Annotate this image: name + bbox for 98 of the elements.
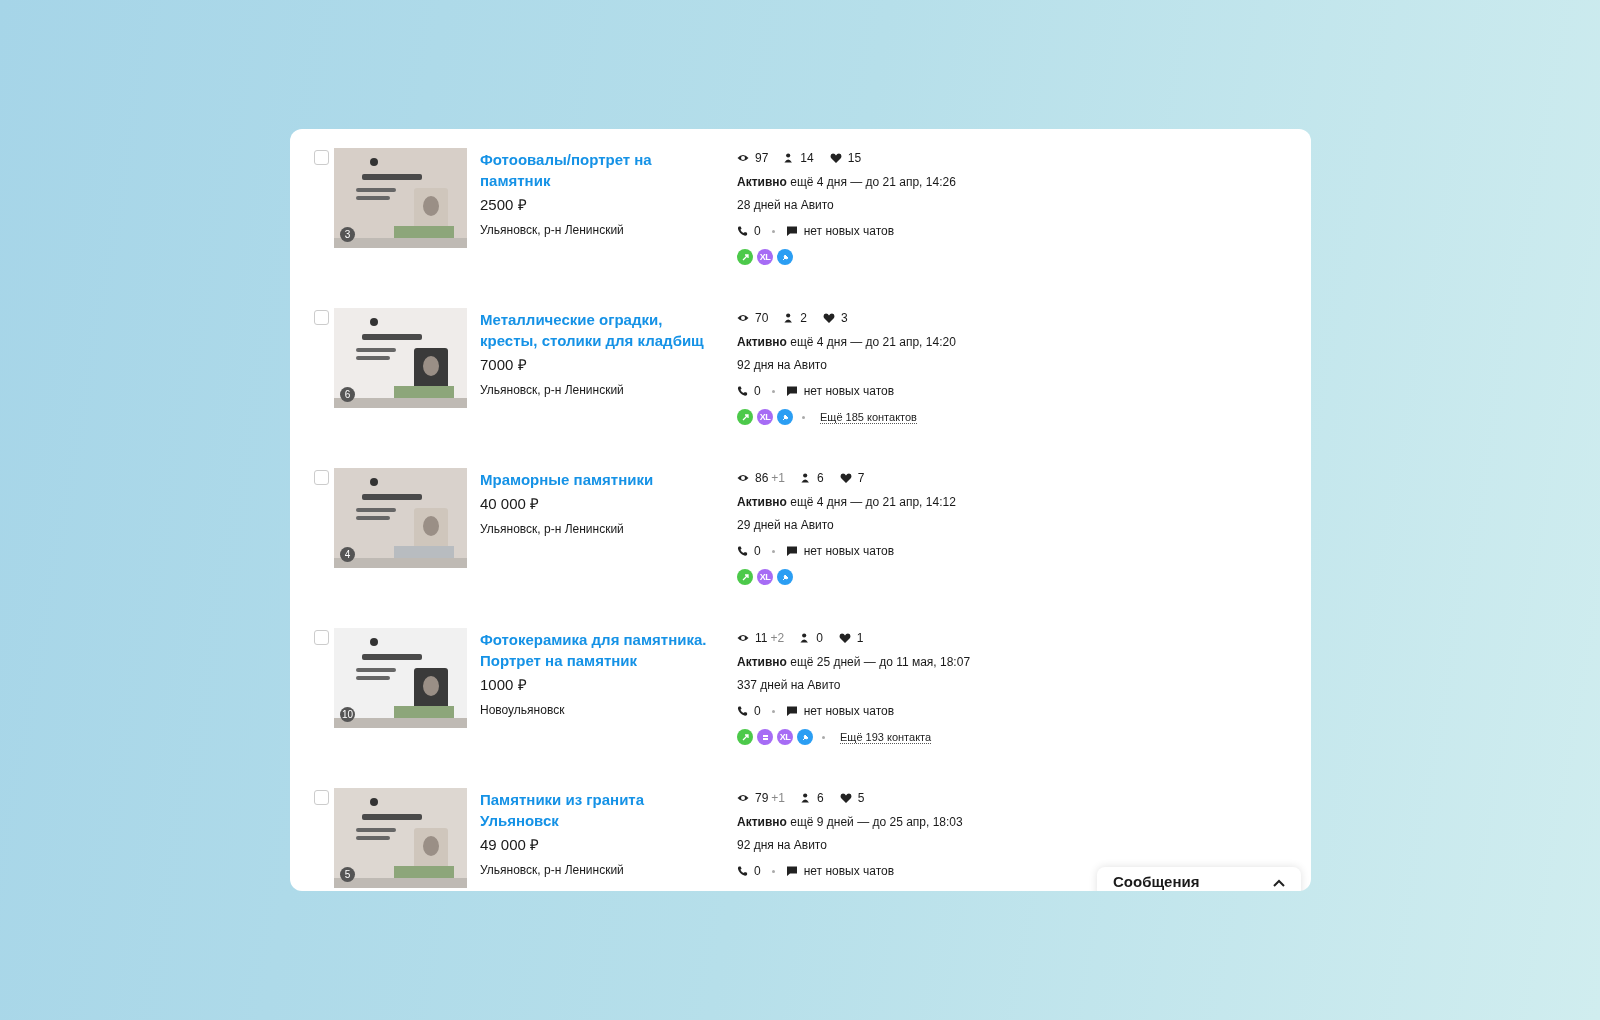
views-delta: +1 [771,791,786,805]
contacts-count: 2 [800,311,808,325]
calls-count: 0 [754,224,761,238]
heart-icon [839,472,852,484]
chats-status: нет новых чатов [803,224,895,238]
listing-title[interactable]: Фотоовалы/портрет на памятник [480,149,708,191]
chats-status: нет новых чатов [803,544,895,558]
views-delta: +2 [770,631,785,645]
xl-badge: XL [777,729,793,745]
views-count: 11 [755,631,768,645]
chats-status: нет новых чатов [803,704,895,718]
heart-icon [839,792,852,804]
status-text: Активно ещё 4 дня — до 21 апр, 14:20 [737,334,956,351]
heart-icon [838,632,851,644]
more-contacts-link[interactable]: Ещё 185 контактов [820,410,917,424]
listing-location: Ульяновск, р-н Ленинский [480,383,624,397]
days-on-site: 29 дней на Авито [737,517,834,534]
phone-icon [737,225,748,237]
person-icon [801,792,812,804]
eye-icon [737,632,749,644]
status-text: Активно ещё 25 дней — до 11 мая, 18:07 [737,654,971,671]
chat-icon [785,865,798,877]
separator-dot [771,389,775,393]
listing-location: Новоульяновск [480,703,565,717]
person-icon [801,472,812,484]
days-on-site: 28 дней на Авито [737,197,834,214]
chat-icon [785,385,798,397]
calls-count: 0 [754,864,761,878]
days-on-site: 337 дней на Авито [737,677,841,694]
messages-panel[interactable]: Сообщения [1097,867,1301,891]
phone-icon [737,385,748,397]
eye-icon [737,472,749,484]
chats-status: нет новых чатов [803,864,895,878]
views-count: 97 [755,151,769,165]
contacts-count: 14 [800,151,814,165]
calls-count: 0 [754,704,761,718]
select-checkbox[interactable] [314,150,329,165]
listing-title[interactable]: Памятники из гранита Ульяновск [480,789,708,831]
select-checkbox[interactable] [314,790,329,805]
favorites-count: 3 [841,311,848,325]
person-icon [784,152,795,164]
favorites-count: 15 [847,151,862,165]
listing-title[interactable]: Мраморные памятники [480,469,654,490]
more-contacts-link[interactable]: Ещё 193 контакта [840,730,932,744]
views-count: 86 [755,471,769,485]
eye-icon [737,152,749,164]
status-text: Активно ещё 9 дней — до 25 апр, 18:03 [737,814,963,831]
calls-count: 0 [754,384,761,398]
person-icon [784,312,795,324]
heart-icon [823,312,836,324]
chat-icon [785,225,798,237]
listing-title[interactable]: Металлические оградки, кресты, столики для кладбищ [480,309,708,351]
select-checkbox[interactable] [314,470,329,485]
messages-title: Сообщения [1113,873,1200,891]
favorites-count: 7 [857,471,865,485]
days-on-site: 92 дня на Авито [737,357,827,374]
phone-icon [737,545,748,557]
xl-badge: XL [757,569,773,585]
listing-price: 40 000 ₽ [480,494,540,514]
heart-icon [829,152,842,164]
favorites-count: 1 [856,631,864,645]
listing-price: 1000 ₽ [480,675,527,695]
contacts-count: 6 [817,791,824,805]
select-checkbox[interactable] [314,310,329,325]
calls-count: 0 [754,544,761,558]
days-on-site: 92 дня на Авито [737,837,827,854]
listing-price: 49 000 ₽ [480,835,540,855]
favorites-count: 5 [857,791,865,805]
listing-location: Ульяновск, р-н Ленинский [480,223,624,237]
xl-badge: XL [757,409,773,425]
chats-status: нет новых чатов [803,384,895,398]
chat-icon [785,545,798,557]
listing-title[interactable]: Фотокерамика для памятника. Портрет на памятник [480,629,708,671]
contacts-count: 0 [816,631,823,645]
separator-dot [771,229,775,233]
listing-location: Ульяновск, р-н Ленинский [480,522,624,536]
listing-location: Ульяновск, р-н Ленинский [480,863,624,877]
status-text: Активно ещё 4 дня — до 21 апр, 14:12 [737,494,956,511]
views-count: 79 [755,791,769,805]
separator-dot [802,415,805,419]
separator-dot [822,735,825,739]
person-icon [800,632,811,644]
contacts-count: 6 [817,471,824,485]
eye-icon [737,792,749,804]
listing-price: 7000 ₽ [480,355,527,375]
phone-icon [737,705,748,717]
separator-dot [771,549,775,553]
status-text: Активно ещё 4 дня — до 21 апр, 14:26 [737,174,956,191]
separator-dot [771,709,775,713]
listing-price: 2500 ₽ [480,195,527,215]
chat-icon [785,705,798,717]
xl-badge: XL [757,249,773,265]
views-count: 70 [755,311,769,325]
select-checkbox[interactable] [314,630,329,645]
views-delta: +1 [771,471,786,485]
phone-icon [737,865,748,877]
separator-dot [771,869,775,873]
eye-icon [737,312,749,324]
